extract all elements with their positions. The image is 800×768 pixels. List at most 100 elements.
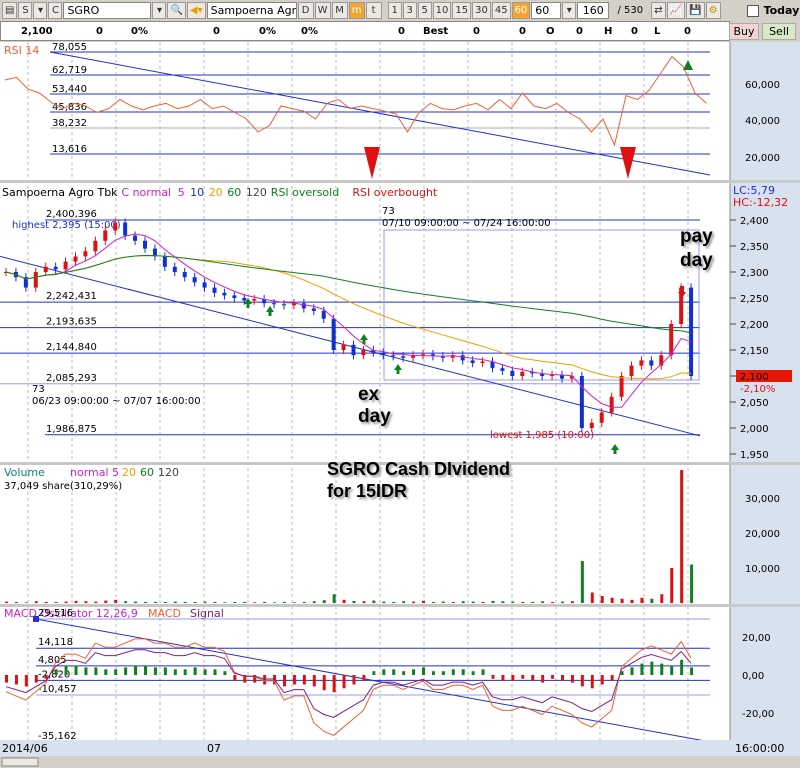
chart-menu-icon[interactable]: ▤ — [2, 2, 18, 19]
high-value: 0 — [631, 25, 638, 37]
candle — [162, 256, 167, 267]
macd-histogram-bar — [5, 675, 8, 683]
sell-button[interactable]: Sell — [762, 23, 796, 40]
volume-bar — [74, 600, 78, 603]
interval-10[interactable]: 10 — [432, 2, 452, 19]
market-c-button[interactable]: C — [48, 2, 63, 19]
interval-select[interactable]: 60 — [531, 2, 562, 19]
interval-3[interactable]: 3 — [402, 2, 417, 19]
interval-15[interactable]: 15 — [452, 2, 472, 19]
volume-bar — [431, 601, 435, 603]
period-D[interactable]: D — [297, 2, 314, 19]
period-m[interactable]: m — [348, 2, 365, 19]
candle — [83, 251, 88, 257]
rsi-level-label: 78,055 — [52, 42, 87, 53]
volume-bar — [471, 601, 475, 603]
price-legend-ma20: 20 — [209, 186, 223, 199]
macd-histogram-bar — [292, 675, 296, 685]
interval-60[interactable]: 60 — [511, 2, 531, 19]
settings-gear-icon[interactable]: ⚙ — [705, 2, 721, 19]
market-s-select[interactable]: S — [18, 2, 33, 19]
speaker-icon[interactable]: ◀▾ — [186, 2, 206, 19]
volume-bar — [590, 592, 594, 603]
candle — [311, 308, 316, 311]
candle — [282, 304, 286, 306]
volume-bar — [441, 601, 445, 603]
macd-histogram-bar — [431, 671, 435, 675]
price-axis-label: 2,150 — [740, 346, 769, 357]
price-axis-label: 2,000 — [740, 424, 769, 435]
quote-percent: 0% — [131, 25, 148, 37]
price-level-label: 2,400,396 — [46, 209, 97, 220]
volume-bar — [630, 599, 634, 603]
candle — [599, 412, 604, 423]
candle — [123, 222, 128, 236]
period-W[interactable]: W — [314, 2, 331, 19]
interval-1[interactable]: 1 — [387, 2, 402, 19]
volume-bar — [620, 598, 624, 603]
period-M[interactable]: M — [331, 2, 348, 19]
period-buttons: DWMmt — [297, 2, 382, 19]
highest-label: highest 2,395 (15:00) — [12, 220, 121, 231]
price-axis-label: 2,300 — [740, 268, 769, 279]
volume-bar — [640, 597, 644, 603]
volume-bar — [521, 601, 525, 603]
ex-day-annotation: ex day — [358, 384, 391, 427]
chart-canvas[interactable]: RSI 14 78,055 62,719 53,440 45,836 38,232 13,6… — [0, 42, 800, 768]
interval-30[interactable]: 30 — [472, 2, 491, 19]
chart-type-icon[interactable]: 📈 — [666, 2, 686, 19]
volume-bar — [322, 600, 326, 603]
macd-histogram-bar — [124, 667, 128, 675]
macd-histogram-bar — [441, 671, 445, 675]
macd-histogram-bar — [144, 665, 147, 675]
candle — [629, 365, 634, 376]
symbol-dropdown[interactable]: ▾ — [152, 2, 167, 19]
volume-bar — [64, 601, 68, 603]
volume-bar — [263, 601, 267, 603]
low-label: L — [654, 25, 661, 37]
volume-bar — [561, 601, 564, 603]
volume-bar — [273, 602, 277, 603]
macd-histogram-bar — [610, 675, 614, 681]
candle — [232, 295, 237, 298]
dropdown-button[interactable]: ▾ — [33, 2, 48, 19]
candle — [252, 299, 257, 301]
search-icon[interactable]: 🔍 — [167, 2, 186, 19]
interval-45[interactable]: 45 — [491, 2, 511, 19]
macd-histogram-bar — [382, 669, 386, 675]
candle — [242, 298, 247, 301]
macd-histogram-bar — [471, 671, 475, 675]
price-legend-ma5: 5 — [178, 186, 185, 199]
scrollbar-thumb[interactable] — [1, 757, 39, 767]
interval-dropdown[interactable]: ▾ — [562, 2, 577, 19]
horizontal-scrollbar[interactable] — [0, 756, 800, 768]
volume-bar — [153, 601, 157, 603]
dividend-annotation: SGRO Cash DIvidend for 15IDR — [327, 459, 511, 501]
macd-histogram-bar — [312, 675, 316, 687]
today-checkbox[interactable] — [746, 4, 759, 17]
time-label: 16:00:00 — [735, 742, 784, 755]
rsi-level-label: 38,232 — [52, 118, 87, 129]
volume-bar — [392, 601, 396, 603]
macd-histogram-bar — [64, 665, 68, 675]
volume-axis-label: 10,000 — [745, 564, 780, 575]
period-t[interactable]: t — [365, 2, 382, 19]
candle — [103, 230, 108, 241]
volume-legend-name: Volume — [4, 466, 45, 479]
count-input[interactable]: 160 — [577, 2, 610, 19]
volume-bar — [14, 601, 18, 603]
candle — [272, 303, 277, 305]
link-icon[interactable]: ⇄ — [651, 2, 666, 19]
macd-histogram-bar — [134, 665, 138, 675]
macd-histogram-bar — [342, 675, 346, 689]
volume-info: 37,049 share(310,29%) — [4, 481, 122, 492]
save-icon[interactable]: 💾 — [686, 2, 705, 19]
volume-bar — [680, 470, 684, 603]
buy-button[interactable]: Buy — [729, 23, 759, 40]
volume-bar — [104, 600, 108, 603]
symbol-input[interactable]: SGRO — [63, 2, 152, 19]
interval-5[interactable]: 5 — [417, 2, 432, 19]
macd-histogram-bar — [670, 665, 674, 675]
quote-value: 0 — [398, 25, 405, 37]
rsi-axis-label: 40,000 — [745, 116, 780, 127]
